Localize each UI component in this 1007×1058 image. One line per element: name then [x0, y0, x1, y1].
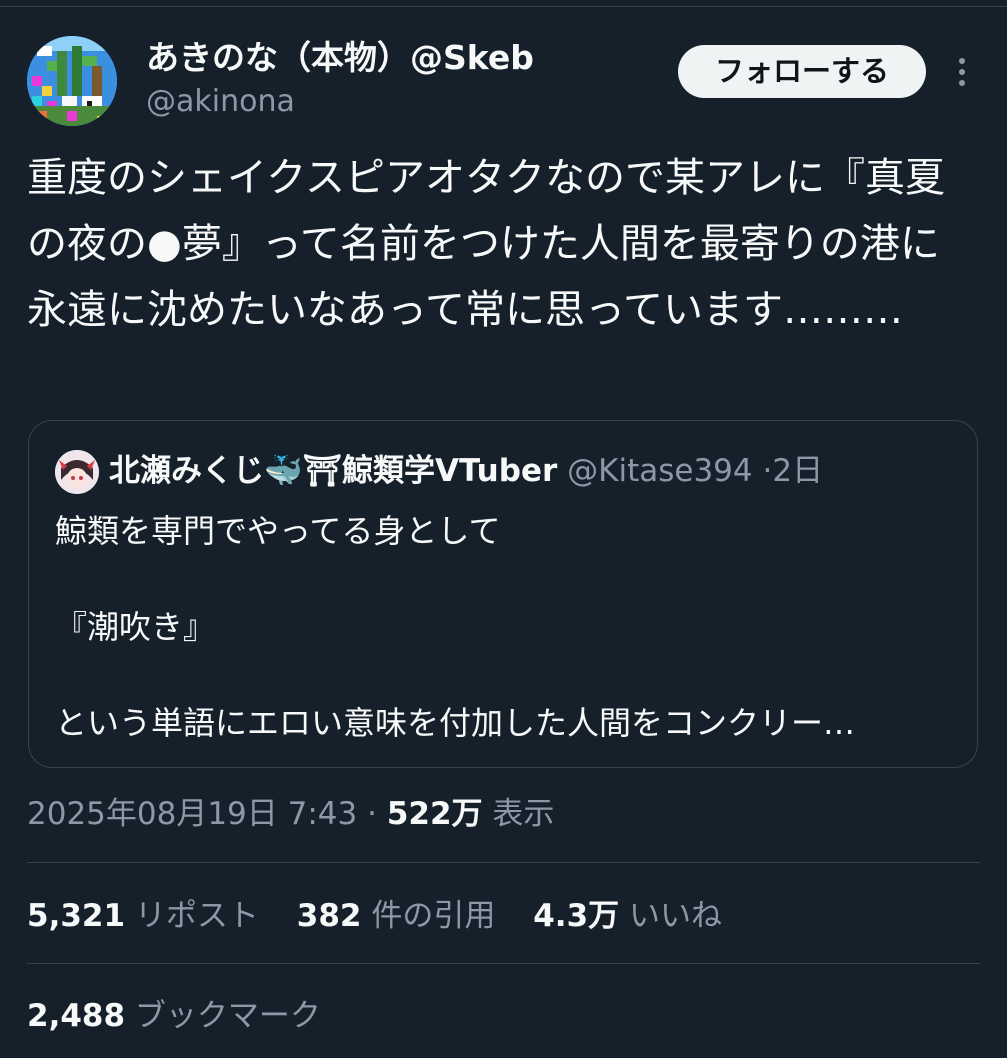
quoted-tweet-card[interactable]: 北瀬みくじ🐳⛩鯨類学VTuber @Kitase394 ·2日 鯨類を専門でやっ… — [28, 420, 978, 768]
reposts-stat[interactable]: 5,321 リポスト — [27, 898, 259, 934]
divider — [27, 862, 980, 863]
view-label: 表示 — [492, 796, 555, 832]
tweet-text: 重度のシェイクスピアオタクなので某アレに『真夏の夜の●夢』って名前をつけた人間を… — [27, 155, 945, 333]
quoted-date[interactable]: 2日 — [772, 453, 823, 489]
timestamp[interactable]: 2025年08月19日 7:43 — [27, 796, 357, 832]
engagement-stats: 5,321 リポスト 382 件の引用 4.3万 いいね — [27, 894, 750, 938]
quoted-tweet-header: 北瀬みくじ🐳⛩鯨類学VTuber @Kitase394 ·2日 — [109, 448, 823, 494]
top-divider — [0, 6, 1007, 7]
quoted-text-line: 鯨類を専門でやってる身として — [55, 512, 501, 550]
more-options-icon[interactable] — [944, 52, 980, 92]
bookmarks-count: 2,488 — [27, 998, 126, 1034]
bookmarks-stat[interactable]: 2,488 ブックマーク — [27, 998, 321, 1034]
anime-character-avatar-icon — [55, 450, 99, 494]
author-display-name[interactable]: あきのな（本物）@Skeb — [146, 37, 534, 79]
quotes-count: 382 — [296, 898, 362, 934]
view-count: 522万 — [386, 796, 483, 832]
likes-label: いいね — [629, 898, 722, 934]
quoted-text-line: という単語にエロい意味を付加した人間をコンクリー… — [55, 704, 856, 742]
reposts-count: 5,321 — [27, 898, 126, 934]
quoted-tweet-text: 鯨類を専門でやってる身として 『潮吹き』 という単語にエロい意味を付加した人間を… — [55, 507, 955, 747]
quoted-text-line: 『潮吹き』 — [55, 608, 216, 646]
reposts-label: リポスト — [134, 898, 259, 934]
quotes-stat[interactable]: 382 件の引用 — [297, 898, 496, 934]
likes-count: 4.3万 — [533, 898, 620, 934]
tweet-meta: 2025年08月19日 7:43 · 522万 表示 — [27, 792, 554, 836]
pixel-art-avatar-icon — [27, 36, 117, 126]
bookmarks-label: ブックマーク — [134, 998, 321, 1034]
quoted-author-name[interactable]: 北瀬みくじ🐳⛩鯨類学VTuber — [109, 453, 557, 489]
meta-separator: · — [367, 796, 377, 832]
divider — [27, 963, 980, 964]
quoted-author-handle[interactable]: @Kitase394 — [567, 453, 753, 489]
quoted-author-avatar[interactable] — [55, 450, 99, 494]
likes-stat[interactable]: 4.3万 いいね — [533, 898, 722, 934]
quotes-label: 件の引用 — [371, 898, 496, 934]
author-avatar[interactable] — [27, 36, 117, 126]
bookmark-stats: 2,488 ブックマーク — [27, 994, 349, 1038]
follow-button[interactable]: フォローする — [678, 45, 926, 98]
quoted-separator: · — [762, 453, 773, 489]
author-handle[interactable]: @akinona — [146, 82, 295, 122]
